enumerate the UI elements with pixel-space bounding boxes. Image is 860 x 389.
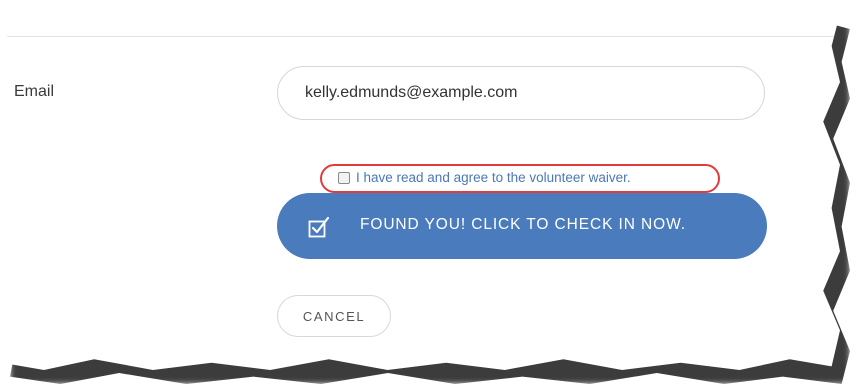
check-in-button[interactable]: FOUND YOU! CLICK TO CHECK IN NOW. — [277, 193, 767, 259]
cancel-button[interactable]: CANCEL — [277, 295, 391, 337]
top-divider — [2, 36, 837, 37]
email-field[interactable] — [277, 66, 765, 120]
check-in-button-label: FOUND YOU! CLICK TO CHECK IN NOW. — [360, 216, 686, 233]
check-square-icon — [308, 216, 330, 238]
email-label: Email — [14, 83, 55, 100]
waiver-highlight-annotation — [320, 164, 720, 193]
screenshot-frame: Email I have read and agree to the volun… — [2, 10, 840, 370]
